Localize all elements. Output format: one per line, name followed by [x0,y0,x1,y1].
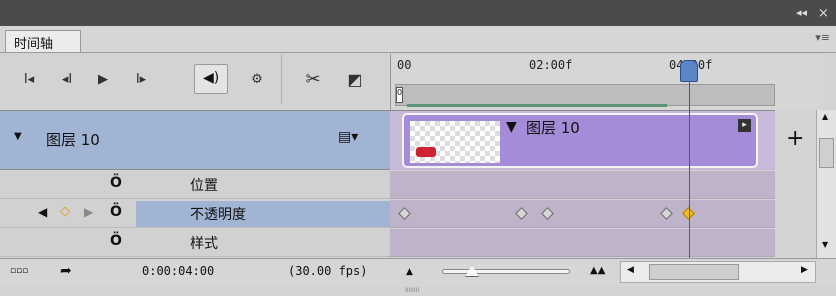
property-track-style [390,229,775,257]
work-area-bar[interactable]: 0 [395,84,775,106]
stopwatch-icon[interactable]: Ö [110,204,122,220]
property-row-position[interactable]: Ö 位置 [0,171,390,199]
clip-collapse-icon[interactable]: ▼ [506,119,517,135]
selected-property-highlight [136,201,390,227]
layer-name: 图层 10 [46,131,100,149]
timeline-panel: ◂◂ × 时间轴 ▾≡ I◂ ◂I ▶ I▸ ◀) ⚙ ✂ ◩ 00 02:00… [0,0,836,296]
layer-header[interactable]: ▼ 图层 10 ▤▾ [0,110,390,170]
collapse-button[interactable]: ◂◂ [796,6,807,19]
current-timecode[interactable]: 0:00:04:00 [142,264,214,278]
export-icon[interactable]: ➦ [60,263,72,279]
frame-rate: (30.00 fps) [288,264,368,278]
add-track-button[interactable]: + [786,126,804,151]
next-frame-button[interactable]: I▸ [128,68,154,92]
layer-clip[interactable]: ▼ 图层 10 ▸ [402,113,758,168]
audio-toggle[interactable]: ◀) [194,64,228,94]
scroll-down-icon[interactable]: ▼ [822,240,828,249]
zoom-out-icon[interactable]: ▲ [406,267,413,277]
vertical-scrollbar[interactable]: ▲ ▼ [816,110,836,258]
clip-menu-icon[interactable]: ▸ [738,119,751,132]
clip-title: 图层 10 [526,119,580,137]
transition-icon[interactable]: ◩ [342,68,368,92]
play-button[interactable]: ▶ [90,68,116,92]
property-row-style[interactable]: Ö 样式 [0,229,390,257]
scroll-thumb[interactable] [819,138,834,168]
panel-title-bar: ◂◂ × [0,0,836,26]
speaker-icon: ◀) [203,70,220,86]
ruler-tick: 00 [397,58,412,72]
next-keyframe-icon[interactable]: ▶ [84,205,93,219]
tab-timeline[interactable]: 时间轴 [5,30,81,52]
keyframe[interactable] [515,207,528,220]
property-row-opacity[interactable]: ◀ ◇ ▶ Ö 不透明度 [0,200,390,228]
stopwatch-icon[interactable]: Ö [110,233,122,249]
add-keyframe-icon[interactable]: ◇ [60,204,70,219]
zoom-slider[interactable] [442,265,570,277]
zoom-in-icon[interactable]: ▲▲ [590,265,605,276]
keyframe[interactable] [398,207,411,220]
property-track-position [390,171,775,199]
expand-triangle-icon[interactable]: ▼ [14,131,22,142]
go-first-frame-button[interactable]: I◂ [16,68,42,92]
render-bar [407,104,667,107]
zoom-slider-thumb[interactable] [465,265,479,277]
panel-menu-icon[interactable]: ▾≡ [815,31,830,44]
property-track-opacity [390,200,775,228]
hscroll-thumb[interactable] [649,264,739,280]
property-label: 不透明度 [190,207,246,223]
thumbnail-figure [416,147,436,157]
close-button[interactable]: × [818,6,829,21]
keyframe[interactable] [660,207,673,220]
playhead-line [689,68,690,258]
prev-frame-button[interactable]: ◂I [54,68,80,92]
work-area-start-handle[interactable]: 0 [396,87,403,103]
scissors-icon[interactable]: ✂ [300,68,326,92]
ruler-tick: 02:00f [529,58,573,72]
scroll-left-icon[interactable]: ◀ [627,265,634,275]
settings-gear-icon[interactable]: ⚙ [244,68,270,92]
playhead-handle[interactable] [680,60,698,82]
property-label: 样式 [190,236,218,252]
stopwatch-icon[interactable]: Ö [110,175,122,191]
ruler-right-margin [775,54,823,110]
toolbar-divider [281,54,282,104]
keyframe[interactable] [541,207,554,220]
prev-keyframe-icon[interactable]: ◀ [38,205,47,219]
film-menu-icon[interactable]: ▤▾ [338,129,358,145]
resize-grip[interactable]: IIIIIIII [405,287,429,294]
property-label: 位置 [190,178,218,194]
scroll-right-icon[interactable]: ▶ [801,265,808,275]
scroll-up-icon[interactable]: ▲ [822,112,828,121]
render-icon[interactable]: ▫▫▫ [10,266,28,276]
horizontal-scrollbar[interactable]: ◀ ▶ [620,261,816,283]
clip-thumbnail [410,121,500,163]
